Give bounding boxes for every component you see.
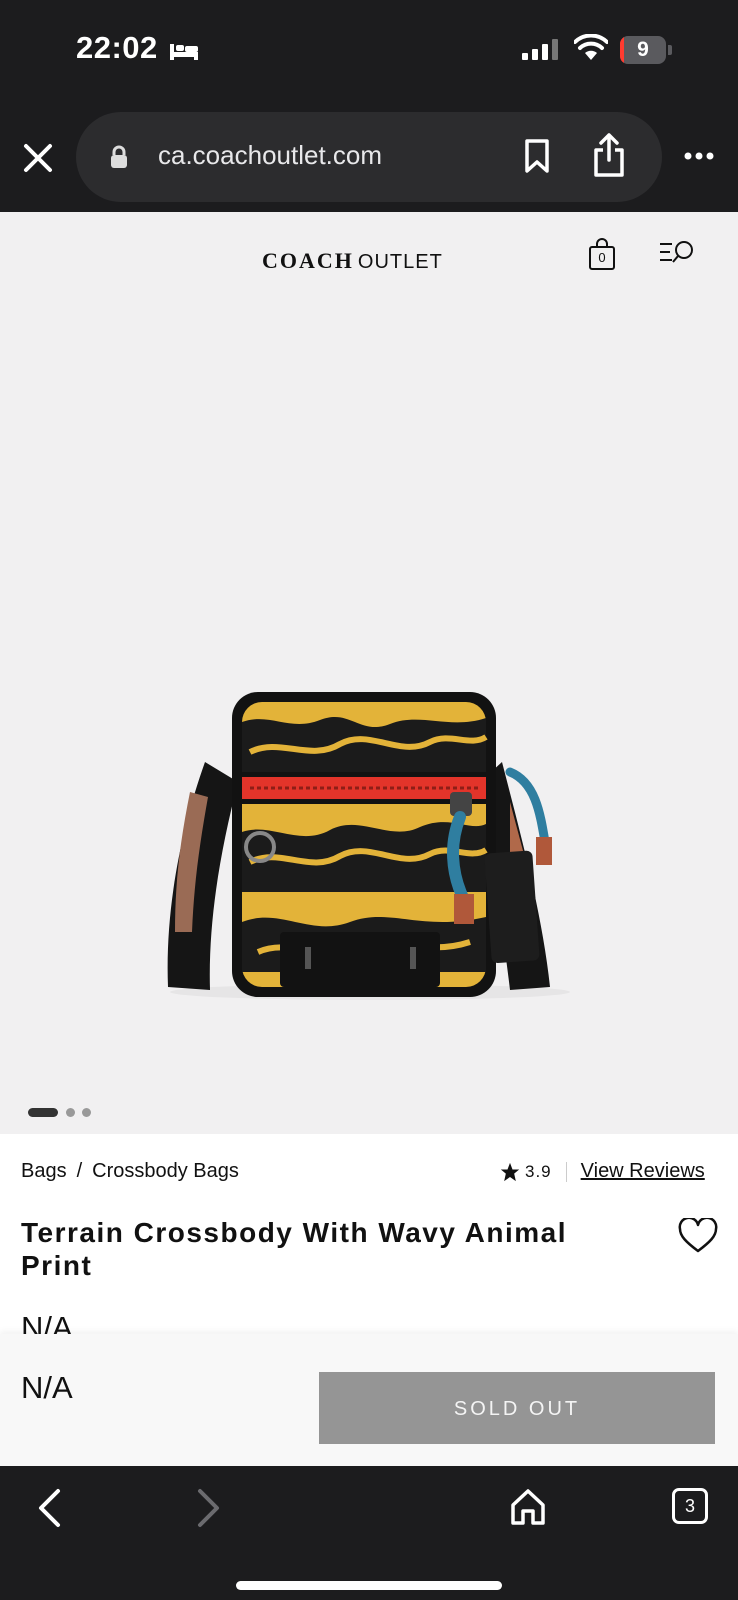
address-bar[interactable]: ca.coachoutlet.com bbox=[76, 112, 662, 202]
breadcrumb: Bags / Crossbody Bags bbox=[21, 1160, 239, 1183]
breadcrumb-crossbody-bags[interactable]: Crossbody Bags bbox=[92, 1160, 239, 1182]
heart-icon[interactable] bbox=[678, 1218, 718, 1254]
battery-icon: 9 bbox=[620, 36, 672, 64]
lock-icon bbox=[111, 145, 127, 168]
wifi-icon bbox=[574, 34, 608, 60]
forward-icon[interactable] bbox=[196, 1488, 222, 1528]
breadcrumb-separator: / bbox=[76, 1160, 83, 1182]
back-icon[interactable] bbox=[36, 1488, 62, 1528]
star-icon bbox=[500, 1162, 520, 1181]
breadcrumb-bags[interactable]: Bags bbox=[21, 1160, 67, 1182]
bed-icon bbox=[170, 44, 198, 60]
web-page: COACH OUTLET 0 Bags / Crossbody Bags 3.9… bbox=[0, 212, 738, 1466]
product-title: Terrain Crossbody With Wavy Animal Print bbox=[21, 1217, 568, 1281]
bag-count: 0 bbox=[598, 250, 606, 265]
battery-level: 9 bbox=[637, 38, 649, 61]
cellular-signal-icon bbox=[522, 39, 558, 60]
browser-bottom-toolbar: 3 bbox=[0, 1466, 738, 1600]
rating-value: 3.9 bbox=[525, 1161, 552, 1181]
share-icon[interactable] bbox=[592, 132, 626, 178]
status-time: 22:02 bbox=[76, 30, 158, 65]
menu-search-icon[interactable] bbox=[658, 238, 696, 266]
home-icon[interactable] bbox=[510, 1488, 546, 1526]
bookmark-icon[interactable] bbox=[522, 138, 552, 174]
divider bbox=[565, 1161, 567, 1182]
browser-toolbar: ca.coachoutlet.com bbox=[0, 105, 738, 212]
tabs-icon[interactable]: 3 bbox=[672, 1488, 708, 1524]
sticky-price: N/A bbox=[21, 1370, 73, 1405]
url-text: ca.coachoutlet.com bbox=[158, 140, 383, 170]
coach-outlet-logo[interactable]: COACH OUTLET bbox=[262, 248, 443, 274]
sold-out-button[interactable]: SOLD OUT bbox=[319, 1372, 715, 1444]
carousel-dot[interactable] bbox=[66, 1108, 75, 1117]
home-indicator[interactable] bbox=[236, 1581, 502, 1590]
sticky-purchase-bar: N/A SOLD OUT bbox=[0, 1334, 738, 1466]
more-icon[interactable] bbox=[684, 150, 714, 162]
status-bar: 22:02 9 bbox=[0, 0, 738, 105]
carousel-dot[interactable] bbox=[82, 1108, 91, 1117]
close-icon[interactable] bbox=[20, 140, 56, 176]
view-reviews-link[interactable]: View Reviews bbox=[581, 1160, 705, 1183]
site-header: COACH OUTLET 0 bbox=[0, 212, 738, 308]
rating-summary: 3.9 View Reviews bbox=[500, 1160, 705, 1183]
carousel-dot-active[interactable] bbox=[28, 1108, 58, 1117]
product-image[interactable] bbox=[150, 632, 590, 1012]
logo-suffix: OUTLET bbox=[357, 251, 443, 273]
logo-brand: COACH bbox=[262, 248, 354, 273]
